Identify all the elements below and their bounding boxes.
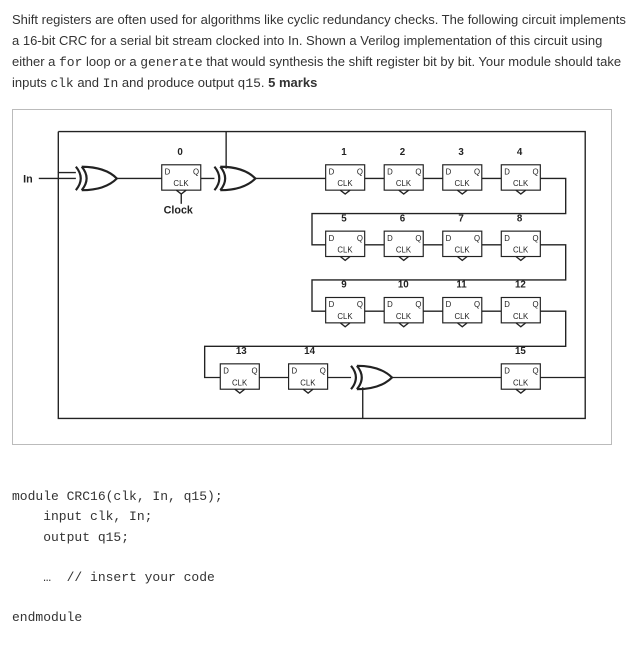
- question-paragraph: Shift registers are often used for algor…: [12, 10, 629, 95]
- flip-flop-0: [162, 165, 201, 194]
- ff-index: 14: [304, 346, 315, 357]
- ff-index: 15: [515, 346, 526, 357]
- marks-label: 5 marks: [268, 75, 317, 90]
- ff-index: 2: [400, 147, 406, 158]
- crc-circuit-diagram: D Q CLK In 0 1 2 3 4 5: [12, 109, 612, 445]
- ff-row-2: 5 6 7 8: [326, 214, 541, 261]
- xor-gate-icon: [76, 167, 117, 190]
- ff-index: 8: [517, 214, 523, 225]
- keyword-generate: generate: [140, 55, 202, 70]
- keyword-clk: clk: [50, 76, 73, 91]
- crc-svg: D Q CLK In 0 1 2 3 4 5: [19, 116, 605, 438]
- ff-index: 0: [177, 147, 183, 158]
- keyword-in: In: [103, 76, 119, 91]
- ff-row-3: 9 10 11 12: [326, 280, 541, 327]
- text-fragment: loop or a: [82, 54, 140, 69]
- code-line: endmodule: [12, 610, 82, 625]
- code-line: module CRC16(clk, In, q15);: [12, 489, 223, 504]
- ff-index: 11: [456, 280, 467, 291]
- in-pin-label: In: [23, 174, 33, 186]
- text-fragment: and produce output: [118, 75, 237, 90]
- ff-row-4: 13 14 15: [220, 346, 540, 393]
- verilog-code-block: module CRC16(clk, In, q15); input clk, I…: [12, 467, 629, 628]
- ff-index: 1: [341, 147, 347, 158]
- keyword-for: for: [59, 55, 82, 70]
- keyword-q15: q15: [238, 76, 261, 91]
- ff-index: 4: [517, 147, 523, 158]
- code-line: input clk, In;: [12, 509, 152, 524]
- ff-index: 9: [341, 280, 347, 291]
- ff-row-1: 1 2 3 4: [255, 147, 540, 194]
- ff-index: 7: [458, 214, 463, 225]
- ff-index: 6: [400, 214, 406, 225]
- ff-index: 13: [236, 346, 247, 357]
- ff-index: 10: [398, 280, 409, 291]
- text-fragment: and: [74, 75, 103, 90]
- ff-index: 3: [458, 147, 464, 158]
- code-line: output q15;: [12, 530, 129, 545]
- xor-gate-icon: [214, 167, 255, 190]
- ff-index: 12: [515, 280, 526, 291]
- code-line: … // insert your code: [12, 570, 215, 585]
- xor-gate-icon: [351, 366, 392, 389]
- ff-index: 5: [341, 214, 347, 225]
- clock-label: Clock: [164, 205, 193, 217]
